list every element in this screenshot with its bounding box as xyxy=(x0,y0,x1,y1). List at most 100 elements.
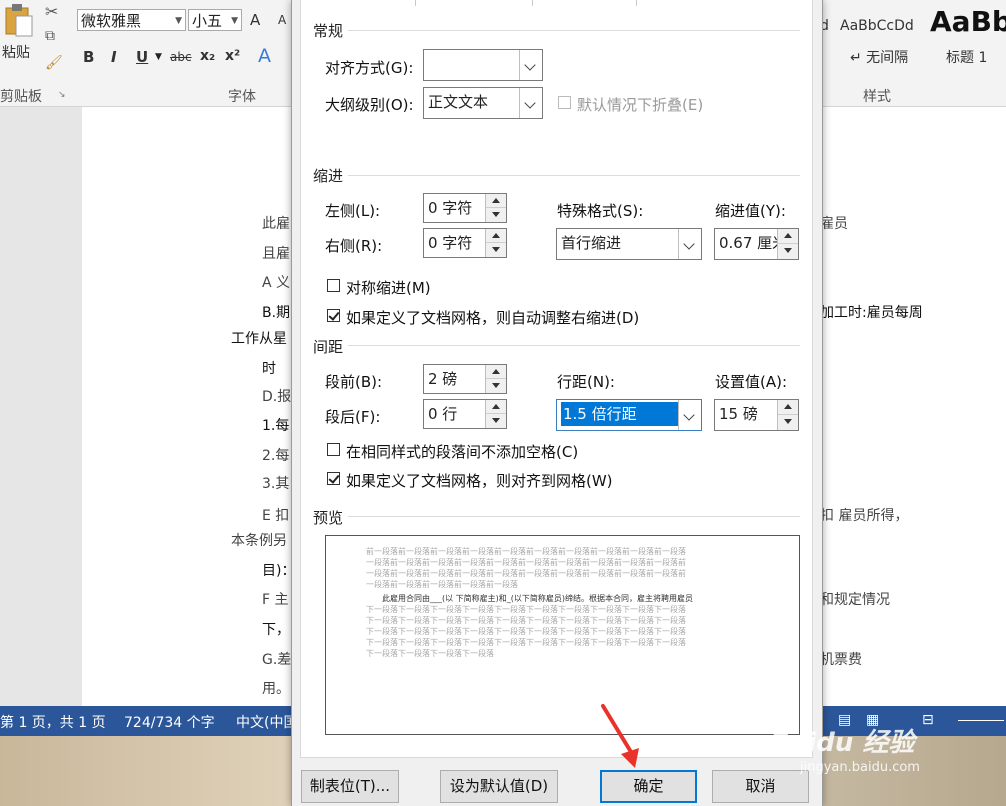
preview-prev-line: 一段落前一段落前一段落前一段落前一段落 xyxy=(366,580,518,589)
space-before-input[interactable]: 2 磅 xyxy=(423,364,507,394)
language-indicator[interactable]: 中文(中国 xyxy=(236,712,297,732)
outline-level-value: 正文文本 xyxy=(428,93,489,111)
font-name-value: 微软雅黑 xyxy=(81,12,142,30)
line-spacing-select[interactable]: 1.5 倍行距 xyxy=(556,399,702,431)
doc-line: 且雇 xyxy=(262,246,290,262)
format-painter-icon[interactable]: 🖌 xyxy=(45,55,63,71)
no-space-same-style-label[interactable]: 在相同样式的段落间不添加空格(C) xyxy=(346,441,578,462)
italic-button[interactable]: I xyxy=(111,48,117,66)
baidu-jingyan-watermark: Baidu 经验 jingyan.baidu.com xyxy=(700,720,1000,800)
ok-button[interactable]: 确定 xyxy=(600,770,697,803)
indent-left-value: 0 字符 xyxy=(428,199,473,217)
grow-font-button[interactable]: A xyxy=(250,11,260,29)
dialog-launcher-icon[interactable]: ↘ xyxy=(58,90,66,100)
auto-adjust-checkbox[interactable] xyxy=(327,309,340,322)
mirror-indents-checkbox[interactable] xyxy=(327,279,340,292)
spin-down-icon[interactable] xyxy=(778,244,798,259)
doc-line-right: 机票费 xyxy=(820,652,862,668)
spin-up-icon[interactable] xyxy=(778,400,798,415)
spin-up-icon[interactable] xyxy=(486,194,506,208)
alignment-select[interactable] xyxy=(423,49,543,81)
doc-line: 本条例另 xyxy=(231,533,287,549)
spin-down-icon[interactable] xyxy=(486,414,506,428)
spin-up-icon[interactable] xyxy=(486,365,506,379)
indent-right-input[interactable]: 0 字符 xyxy=(423,228,507,258)
divider xyxy=(348,345,800,346)
indent-left-spinner[interactable] xyxy=(485,194,506,222)
snap-to-grid-label[interactable]: 如果定义了文档网格，则对齐到网格(W) xyxy=(346,470,613,491)
mirror-indents-label[interactable]: 对称缩进(M) xyxy=(346,277,431,298)
special-indent-select[interactable]: 首行缩进 xyxy=(556,228,702,260)
doc-line: E 扣 xyxy=(262,508,290,524)
bold-button[interactable]: B xyxy=(83,48,94,66)
chevron-down-icon[interactable] xyxy=(519,88,542,118)
special-indent-value: 首行缩进 xyxy=(561,234,622,252)
no-space-same-style-checkbox[interactable] xyxy=(327,443,340,456)
indent-right-label: 右侧(R): xyxy=(325,237,383,255)
space-after-value: 0 行 xyxy=(428,405,458,423)
doc-line-right: 雇员 xyxy=(820,216,848,232)
style-no-spacing-sample[interactable]: AaBbCcDd xyxy=(840,18,914,34)
outline-level-select[interactable]: 正文文本 xyxy=(423,87,543,119)
underline-button[interactable]: U xyxy=(136,48,148,66)
spacing-at-spinner[interactable] xyxy=(777,400,798,430)
doc-line: D.报 xyxy=(262,389,292,405)
collapse-label: 默认情况下折叠(E) xyxy=(577,96,704,114)
font-name-select[interactable]: 微软雅黑 ▼ xyxy=(77,9,186,31)
doc-line: 2.每 xyxy=(262,448,290,464)
indent-right-spinner[interactable] xyxy=(485,229,506,257)
indent-right-value: 0 字符 xyxy=(428,234,473,252)
superscript-button[interactable]: x² xyxy=(225,48,240,64)
auto-adjust-label[interactable]: 如果定义了文档网格，则自动调整右缩进(D) xyxy=(346,307,639,328)
paste-button[interactable]: 粘贴 xyxy=(2,42,30,62)
preview-next-line: 下一段落下一段落下一段落下一段落下一段落下一段落下一段落下一段落下一段落下一段落 xyxy=(366,638,686,647)
indent-left-input[interactable]: 0 字符 xyxy=(423,193,507,223)
alignment-label: 对齐方式(G): xyxy=(325,59,414,77)
page-count[interactable]: 第 1 页，共 1 页 xyxy=(0,712,106,732)
chevron-down-icon[interactable] xyxy=(678,229,701,259)
snap-to-grid-checkbox[interactable] xyxy=(327,472,340,485)
space-after-spinner[interactable] xyxy=(485,400,506,428)
font-group-label: 字体 xyxy=(228,89,256,105)
indent-by-input[interactable]: 0.67 厘米 xyxy=(714,228,799,260)
space-after-input[interactable]: 0 行 xyxy=(423,399,507,429)
style-heading1-sample[interactable]: AaBb xyxy=(930,5,1006,38)
indent-by-spinner[interactable] xyxy=(777,229,798,259)
indent-section-title: 缩进 xyxy=(313,167,344,185)
shrink-font-button[interactable]: A xyxy=(278,13,286,27)
space-after-label: 段后(F): xyxy=(325,408,381,426)
chevron-down-icon[interactable] xyxy=(678,400,701,430)
chevron-down-icon[interactable]: ▼ xyxy=(155,52,162,62)
subscript-button[interactable]: x₂ xyxy=(200,48,215,64)
spin-down-icon[interactable] xyxy=(486,208,506,222)
word-count[interactable]: 724/734 个字 xyxy=(124,712,215,732)
space-before-value: 2 磅 xyxy=(428,370,458,388)
text-effect-icon[interactable]: A xyxy=(258,45,271,67)
spacing-at-input[interactable]: 15 磅 xyxy=(714,399,799,431)
preview-section-title: 预览 xyxy=(313,509,344,527)
spin-down-icon[interactable] xyxy=(778,415,798,430)
cut-icon[interactable]: ✂ xyxy=(45,2,58,21)
doc-line: 此雇 xyxy=(262,216,290,232)
special-indent-label: 特殊格式(S): xyxy=(557,202,644,220)
spin-up-icon[interactable] xyxy=(486,400,506,414)
chevron-down-icon[interactable] xyxy=(519,50,542,80)
divider xyxy=(348,175,800,176)
copy-icon[interactable]: ⧉ xyxy=(45,28,55,44)
divider xyxy=(348,516,800,517)
strikethrough-button[interactable]: abc xyxy=(170,50,192,64)
paste-icon[interactable] xyxy=(2,2,36,38)
tabs-button[interactable]: 制表位(T)... xyxy=(301,770,399,803)
set-default-button[interactable]: 设为默认值(D) xyxy=(440,770,558,803)
spin-down-icon[interactable] xyxy=(486,379,506,393)
tab-divider xyxy=(636,0,637,6)
doc-line-right: 和规定情况 xyxy=(820,592,890,608)
doc-line: G.差 xyxy=(262,652,292,668)
line-spacing-value: 1.5 倍行距 xyxy=(561,402,681,426)
spin-up-icon[interactable] xyxy=(486,229,506,243)
space-before-spinner[interactable] xyxy=(485,365,506,393)
spin-down-icon[interactable] xyxy=(486,243,506,257)
doc-line-right: 加工时:雇员每周 xyxy=(820,305,923,321)
font-size-select[interactable]: 小五 ▼ xyxy=(188,9,242,31)
spin-up-icon[interactable] xyxy=(778,229,798,244)
